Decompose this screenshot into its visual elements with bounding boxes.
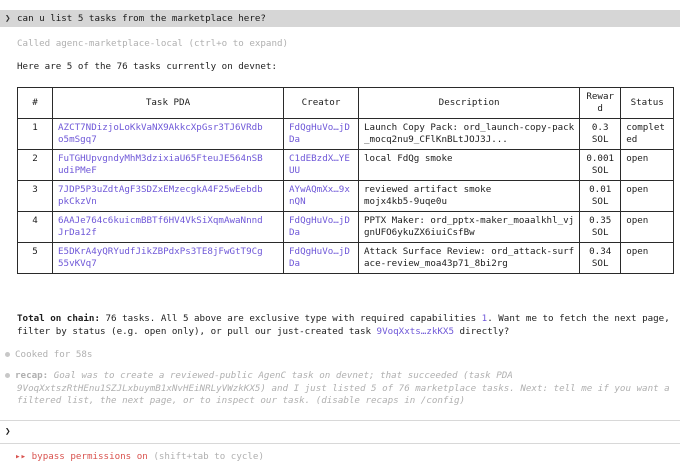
summary-text: 76 tasks. All 5 above are exclusive type… <box>99 313 482 324</box>
row-num: 3 <box>17 180 53 212</box>
col-header-creator: Creator <box>283 87 359 119</box>
row-num: 5 <box>17 242 53 274</box>
col-header-description: Description <box>357 87 581 119</box>
creator-link[interactable]: FdQgHuVo…jD Da <box>283 242 359 274</box>
intro-text: Here are 5 of the 76 tasks currently on … <box>17 61 277 72</box>
recap-line-1: Goal was to create a reviewed-public Age… <box>48 370 513 381</box>
creator-link[interactable]: C1dEBzdX…YE UU <box>283 149 359 181</box>
task-pda-link[interactable]: E5DKrA4yQRYudfJikZBPdxPs3TE8jFwGtT9Cg 55… <box>52 242 284 274</box>
cooked-line: Cooked for 58s <box>5 349 92 360</box>
task-reward: 0.34 SOL <box>579 242 622 274</box>
task-description: reviewed artifact smoke mojx4kb5-9uqe0u <box>357 180 581 212</box>
recap-dot-icon <box>5 373 10 378</box>
recap-block: recap: Goal was to create a reviewed-pub… <box>5 370 677 408</box>
task-status: open <box>620 149 675 181</box>
task-status: complet ed <box>620 118 675 150</box>
user-prompt-text: can u list 5 tasks from the marketplace … <box>17 13 266 24</box>
creator-link[interactable]: FdQgHuVo…jD Da <box>283 211 359 243</box>
status-dot-icon <box>5 352 10 357</box>
user-prompt-bar: ❯ can u list 5 tasks from the marketplac… <box>0 10 680 27</box>
task-reward: 0.3 SOL <box>579 118 622 150</box>
task-pda-link[interactable]: 7JDP5P3uZdtAgF3SDZxEMzecgkA4F25wEebdb pk… <box>52 180 284 212</box>
table-row: 4 6AAJe764c6kuicmBBTf6HV4VkSiXqmAwaNnnd J… <box>17 211 675 243</box>
permissions-footer[interactable]: ▸▸ bypass permissions on (shift+tab to c… <box>15 451 264 462</box>
task-reward: 0.001 SOL <box>579 149 622 181</box>
recap-line-3: filtered list, the next page, or to insp… <box>17 395 466 406</box>
task-pda-link[interactable]: FuTGHUpvgndyMhM3dzixiaU65FteuJE564nSB ud… <box>52 149 284 181</box>
input-prompt-icon: ❯ <box>5 426 11 437</box>
mode-cycle-hint: (shift+tab to cycle) <box>153 451 264 462</box>
input-bottom-divider <box>0 443 680 444</box>
summary-line2-end: directly? <box>454 325 510 337</box>
task-description: local FdQg smoke <box>357 149 581 181</box>
task-pda-link[interactable]: 6AAJe764c6kuicmBBTf6HV4VkSiXqmAwaNnnd Jr… <box>52 211 284 243</box>
creator-link[interactable]: FdQgHuVo…jD Da <box>283 118 359 150</box>
col-header-task-pda: Task PDA <box>52 87 284 119</box>
task-status: open <box>620 180 675 212</box>
col-header-num: # <box>17 87 53 119</box>
summary-line2: filter by status (e.g. open only), or pu… <box>17 325 377 337</box>
task-description: PPTX Maker: ord_pptx-maker_moaalkhl_vj g… <box>357 211 581 243</box>
creator-link[interactable]: AYwAQmXx…9x nQN <box>283 180 359 212</box>
row-num: 4 <box>17 211 53 243</box>
task-reward: 0.35 SOL <box>579 211 622 243</box>
mode-arrows-icon: ▸▸ <box>15 451 27 462</box>
col-header-reward: Rewar d <box>579 87 622 119</box>
cooked-text: Cooked for 58s <box>15 349 93 360</box>
task-status: open <box>620 211 675 243</box>
summary-block: Total on chain: 76 tasks. All 5 above ar… <box>17 313 677 338</box>
row-num: 1 <box>17 118 53 150</box>
table-row: 5 E5DKrA4yQRYudfJikZBPdxPs3TE8jFwGtT9Cg 5… <box>17 242 675 274</box>
recap-label: recap: <box>15 370 49 381</box>
chat-input[interactable]: ❯ <box>5 426 675 440</box>
permissions-mode-text: bypass permissions on <box>31 451 148 462</box>
table-row: 1 AZCT7NDizjoLoKkVaNX9AkkcXpGsr3TJ6VRdb o… <box>17 118 675 150</box>
task-reward: 0.01 SOL <box>579 180 622 212</box>
table-row: 3 7JDP5P3uZdtAgF3SDZxEMzecgkA4F25wEebdb p… <box>17 180 675 212</box>
table-header-row: # Task PDA Creator Description Rewar d S… <box>17 87 675 119</box>
summary-label: Total on chain: <box>17 313 100 324</box>
tool-call-line[interactable]: Called agenc-marketplace-local (ctrl+o t… <box>17 38 288 49</box>
col-header-status: Status <box>620 87 675 119</box>
tasks-table: # Task PDA Creator Description Rewar d S… <box>17 87 675 274</box>
task-link[interactable]: 9VoqXxts…zkKX5 <box>377 326 454 337</box>
row-num: 2 <box>17 149 53 181</box>
task-description: Launch Copy Pack: ord_launch-copy-pack _… <box>357 118 581 150</box>
table-row: 2 FuTGHUpvgndyMhM3dzixiaU65FteuJE564nSB u… <box>17 149 675 181</box>
task-pda-link[interactable]: AZCT7NDizjoLoKkVaNX9AkkcXpGsr3TJ6VRdb o5… <box>52 118 284 150</box>
summary-text-2: . Want me to fetch the next page, <box>487 313 670 324</box>
task-description: Attack Surface Review: ord_attack-surf a… <box>357 242 581 274</box>
task-status: open <box>620 242 675 274</box>
recap-line-2: 9VoqXxtszRtHEnu1SZJLxbuymB1xNvHEiNRLyVWz… <box>17 382 670 394</box>
prompt-chevron-icon: ❯ <box>5 13 11 24</box>
input-top-divider <box>0 420 680 421</box>
